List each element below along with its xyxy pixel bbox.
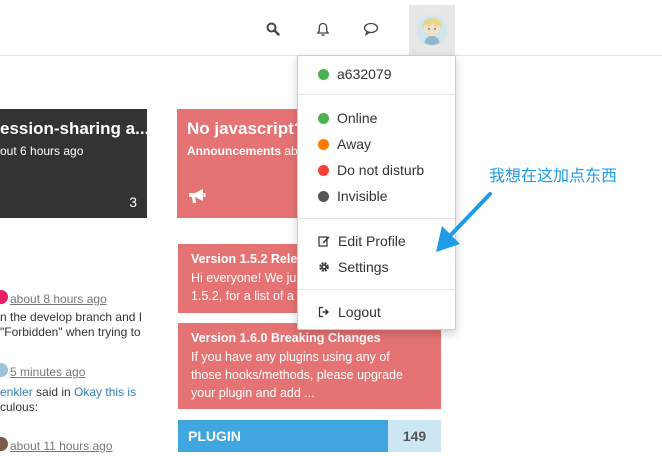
status-away-option[interactable]: Away <box>318 136 371 152</box>
topic-excerpt-line: your plugin and add ... <box>191 386 315 400</box>
settings-link[interactable]: Settings <box>318 259 389 275</box>
user-menu-button[interactable] <box>409 5 455 55</box>
status-online-icon <box>318 68 329 80</box>
gear-icon <box>318 261 330 273</box>
dropdown-username[interactable]: a632079 <box>318 66 392 82</box>
status-label: Invisible <box>337 188 388 204</box>
annotation-arrow-icon <box>430 188 496 261</box>
logout-icon <box>318 306 330 318</box>
username-label: a632079 <box>337 66 392 82</box>
category-parent: Announcements <box>187 144 282 158</box>
post-thread-link[interactable]: Okay this is <box>74 385 136 399</box>
topic-excerpt-line: those hooks/methods, please upgrade <box>191 368 403 382</box>
bell-icon <box>316 22 330 37</box>
avatar[interactable] <box>0 437 8 451</box>
post-text: n the develop branch and I <box>0 310 143 324</box>
category-title: ession-sharing a... <box>0 119 150 138</box>
post-time-link[interactable]: 5 minutes ago <box>10 365 85 379</box>
status-dot-icon <box>318 190 329 202</box>
edit-profile-link[interactable]: Edit Profile <box>318 233 406 249</box>
edit-profile-label: Edit Profile <box>338 233 406 249</box>
annotation-text: 我想在这加点东西 <box>489 166 618 185</box>
status-invisible-option[interactable]: Invisible <box>318 188 388 204</box>
chats-button[interactable] <box>349 6 393 52</box>
status-dot-icon <box>318 164 329 176</box>
status-label: Do not disturb <box>337 162 425 178</box>
status-dot-icon <box>318 112 329 124</box>
search-button[interactable] <box>251 6 295 52</box>
status-dot-icon <box>318 138 329 150</box>
topic-excerpt: If you have any plugins using any of tho… <box>191 348 428 402</box>
avatar[interactable] <box>0 290 8 304</box>
post-text: enkler said in Okay this is <box>0 385 136 399</box>
category-count: 3 <box>129 194 137 210</box>
user-avatar <box>417 15 447 45</box>
category-count: 149 <box>388 420 441 452</box>
notifications-button[interactable] <box>301 6 345 52</box>
post-time-link[interactable]: about 8 hours ago <box>10 292 107 306</box>
category-plugin-bar[interactable]: PLUGIN 149 <box>178 420 441 452</box>
post-text: "Forbidden" when trying to <box>0 325 141 339</box>
post-said: said in <box>32 385 75 399</box>
category-label: PLUGIN <box>178 420 388 452</box>
post-time-link[interactable]: about 11 hours ago <box>10 439 113 453</box>
top-navbar <box>0 0 662 56</box>
status-online-option[interactable]: Online <box>318 110 377 126</box>
megaphone-icon <box>187 187 207 210</box>
post-text: culous: <box>0 400 39 414</box>
settings-label: Settings <box>338 259 389 275</box>
chat-icon <box>363 22 379 36</box>
topic-excerpt-line: If you have any plugins using any of <box>191 350 390 364</box>
edit-icon <box>318 235 330 247</box>
status-label: Online <box>337 110 378 126</box>
category-subtitle: Announcements abo <box>187 144 304 158</box>
logout-link[interactable]: Logout <box>318 304 381 320</box>
status-dnd-option[interactable]: Do not disturb <box>318 162 424 178</box>
topic-card[interactable]: Version 1.6.0 Breaking Changes If you ha… <box>178 323 441 409</box>
search-icon <box>266 22 280 36</box>
dropdown-divider <box>298 289 455 290</box>
logout-label: Logout <box>338 304 381 320</box>
category-tile-session-sharing[interactable]: ession-sharing a... out 6 hours ago 3 <box>0 109 150 218</box>
status-label: Away <box>337 136 371 152</box>
avatar[interactable] <box>0 363 8 377</box>
category-last-post: out 6 hours ago <box>0 144 84 158</box>
topic-title: Version 1.6.0 Breaking Changes <box>191 331 381 345</box>
dropdown-divider <box>298 94 455 95</box>
category-title: No javascript? <box>187 119 305 138</box>
post-author-link[interactable]: enkler <box>0 385 33 399</box>
